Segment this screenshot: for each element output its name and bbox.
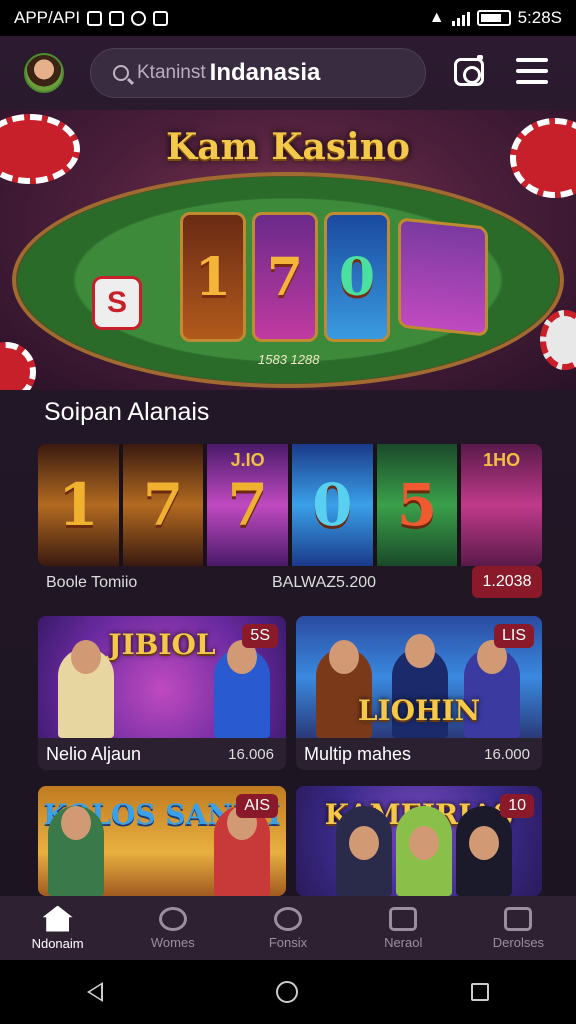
card-badge: LIS [493, 624, 534, 648]
casino-chip-icon [0, 342, 36, 390]
game-card-art: KAMEIRIAS 10 [296, 786, 542, 896]
wifi-icon: ▲ [428, 9, 445, 26]
game-card[interactable]: KAMEIRIAS 10 [296, 786, 542, 896]
featured-game-name: Boole Tomiio [46, 574, 138, 591]
nav-label: Neraol [384, 934, 423, 950]
status-bar: APP/API ▲ 5:28S [0, 0, 576, 36]
slot-reel-decor [398, 217, 488, 337]
slot-tile: 0 [292, 444, 373, 566]
nav-item-fonsix[interactable]: Fonsix [230, 896, 345, 960]
nav-label: Derolses [492, 934, 545, 950]
menu-icon[interactable] [516, 58, 548, 84]
nav-item-derolses[interactable]: Derolses [461, 896, 576, 960]
casino-chip-icon [540, 310, 576, 370]
featured-game-banner[interactable]: 1 7 J.IO 7 0 5 1HO [38, 444, 542, 566]
hero-code: 1583 1288 [258, 352, 320, 367]
slot-tag: 1HO [483, 450, 521, 470]
app-screen: Ktaninst Indanasia Kam Kasino S 1 7 0 15… [0, 36, 576, 960]
slot-tile: 7 [122, 444, 204, 566]
card-badge: AIS [236, 794, 278, 818]
card-value: 16.000 [484, 745, 530, 763]
book-icon [389, 906, 418, 931]
game-card[interactable]: JIBIOL 5S Nelio Aljaun 16.006 [38, 616, 286, 770]
slot-symbol: 5 [396, 471, 438, 539]
featured-game-amount: BALWAZ5.200 [272, 574, 377, 591]
app-notification-icon [109, 10, 125, 26]
slot-tile: 1HO [461, 444, 542, 566]
game-card-art: LIOHIN LIS [296, 616, 542, 738]
bottom-nav: Ndonaim Womes Fonsix Neraol Derolses [0, 896, 576, 960]
card-title: Multip mahes [304, 743, 412, 764]
game-card-art: JIBIOL 5S [38, 616, 286, 738]
hero-title: Kam Kasino [166, 126, 410, 168]
slot-symbol: 7 [227, 471, 268, 539]
nav-label: Fonsix [268, 934, 308, 950]
game-card-art: KOLOS SANEH AIS [38, 786, 286, 896]
card-footer: Nelio Aljaun 16.006 [38, 738, 286, 770]
profile-icon [504, 906, 533, 931]
image-notification-icon [153, 10, 169, 26]
sync-icon [131, 10, 147, 26]
search-placeholder: Ktaninst [137, 62, 206, 83]
section-title: Soipan Alanais [44, 398, 210, 426]
slot-symbol: 0 [312, 471, 353, 539]
card-footer: Multip mahes 16.000 [296, 738, 542, 770]
character-head [409, 826, 439, 860]
status-time: 5:28S [517, 8, 562, 27]
character-head [349, 826, 379, 860]
nav-item-neraol[interactable]: Neraol [346, 896, 461, 960]
slot-tile: 5 [376, 444, 458, 566]
game-card[interactable]: LIOHIN LIS Multip mahes 16.000 [296, 616, 542, 770]
character-head [329, 640, 359, 674]
slot-tile: 1 [38, 444, 119, 566]
status-left: APP/API [14, 8, 169, 28]
header: Ktaninst Indanasia [0, 36, 576, 110]
character-head [405, 634, 435, 668]
slot-reel: 7 [252, 212, 318, 342]
slot-reel: 0 [324, 212, 390, 342]
nav-label: Ndonaim [31, 935, 84, 951]
card-badge: 10 [500, 794, 534, 818]
character-head [61, 806, 91, 840]
notification-icon [87, 10, 103, 26]
card-title: Nelio Aljaun [46, 743, 142, 764]
game-logo: LIOHIN [357, 694, 481, 727]
search-input[interactable]: Indanasia [210, 59, 321, 87]
hero-banner[interactable]: Kam Kasino S 1 7 0 1583 1288 [0, 110, 576, 390]
status-app-text: APP/API [14, 8, 81, 27]
nav-item-womes[interactable]: Womes [115, 896, 230, 960]
signal-icon [451, 10, 470, 26]
slot-reel: 1 [180, 212, 246, 342]
slot-symbol: 7 [142, 471, 184, 539]
slot-reels: 1 7 0 [180, 212, 390, 342]
camera-icon[interactable] [454, 55, 484, 86]
avatar[interactable] [24, 53, 64, 93]
battery-icon [476, 10, 511, 26]
search-icon [113, 65, 129, 81]
slot-tag: J.IO [230, 450, 265, 470]
character-head [469, 826, 499, 860]
card-badge: 5S [242, 624, 278, 648]
slot-tile: J.IO 7 [207, 444, 289, 566]
slot-symbol: 1 [58, 471, 99, 539]
clock-icon [274, 906, 302, 931]
back-icon[interactable] [86, 982, 103, 1002]
recents-icon[interactable] [471, 983, 490, 1001]
users-icon [158, 906, 187, 931]
system-nav-bar [0, 960, 576, 1024]
dice-icon: S [92, 276, 142, 330]
home-button-icon[interactable] [275, 981, 298, 1003]
card-value: 16.006 [228, 745, 274, 763]
search-bar[interactable]: Ktaninst Indanasia [90, 48, 426, 98]
character-head [71, 640, 101, 674]
game-card[interactable]: KOLOS SANEH AIS [38, 786, 286, 896]
status-right: ▲ 5:28S [429, 8, 562, 28]
nav-item-home[interactable]: Ndonaim [0, 896, 115, 960]
home-icon [42, 905, 73, 932]
nav-label: Womes [150, 934, 195, 950]
featured-badge[interactable]: 1.2038 [472, 566, 542, 598]
